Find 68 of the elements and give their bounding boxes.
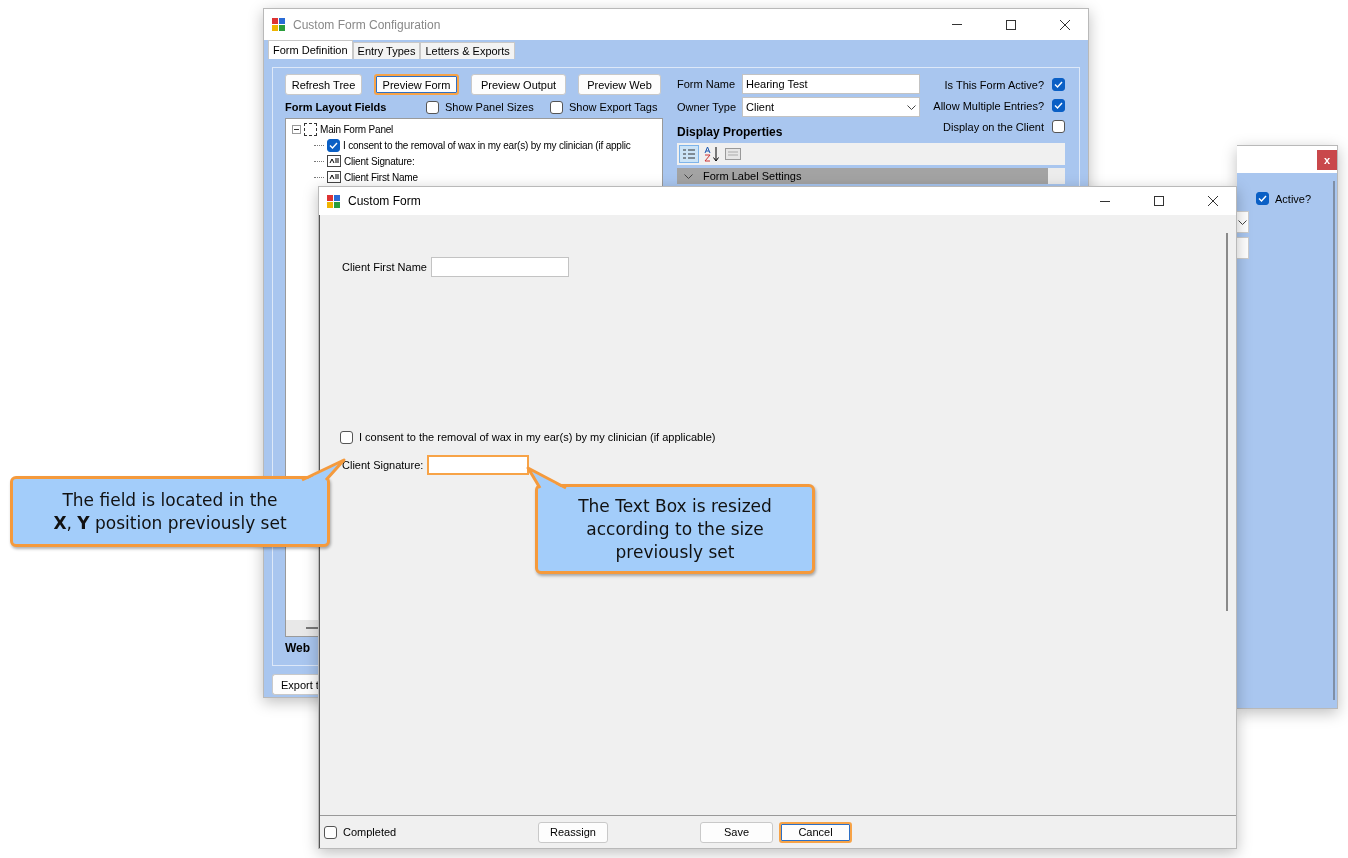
checkbox[interactable]	[340, 430, 353, 444]
minimize-icon	[952, 24, 962, 25]
category-row[interactable]: Form Label Settings	[677, 168, 1065, 184]
app-icon	[272, 18, 285, 31]
toolbar-button[interactable]: Preview Output	[471, 74, 566, 95]
tree-item[interactable]: I consent to the removal of wax in my ear(s) by my clinician (if applic	[343, 139, 631, 151]
checkbox[interactable]	[1052, 99, 1065, 112]
close-button[interactable]: x	[1317, 149, 1337, 170]
panel-icon	[304, 122, 317, 136]
window-title: Custom Form Configuration	[293, 17, 442, 32]
checkbox[interactable]	[550, 100, 563, 114]
chevron-icon	[684, 173, 693, 179]
section-title: Web	[285, 641, 312, 655]
chevron-icon	[907, 104, 916, 110]
checkbox[interactable]	[1052, 120, 1065, 133]
tree-item[interactable]: Client Signature:	[344, 155, 415, 167]
dropdown[interactable]: Client	[742, 97, 920, 117]
section-title: Form Layout Fields	[285, 101, 388, 113]
dialog-button[interactable]: Reassign	[538, 821, 608, 843]
checkbox[interactable]	[327, 138, 340, 152]
checkbox[interactable]	[426, 100, 439, 114]
dropdown[interactable]	[1237, 211, 1249, 233]
callout-text: The Text Box is resized according to the size previously set	[577, 494, 773, 564]
textbox-icon	[327, 155, 341, 167]
toolbar-button[interactable]: Preview Form	[374, 74, 459, 95]
toolbar-button[interactable]: Refresh Tree	[285, 74, 362, 95]
dialog-button[interactable]: Cancel	[779, 821, 852, 843]
maximize-icon	[1006, 19, 1016, 30]
collapse-icon[interactable]	[292, 124, 301, 134]
minimize-icon	[1100, 200, 1110, 202]
sort-icon[interactable]	[703, 146, 721, 162]
tab[interactable]: Letters & Exports	[420, 42, 515, 59]
section-title: Display Properties	[677, 125, 784, 139]
tab[interactable]: Form Definition	[268, 40, 353, 59]
toolbar-button[interactable]: Preview Web	[578, 74, 661, 95]
field-label: Client Signature:	[342, 459, 424, 471]
callout-text: The field is located in the X, Y position previously set	[52, 488, 288, 535]
close-icon	[1060, 19, 1070, 30]
checkbox-label: Active?	[1275, 192, 1312, 205]
checkbox-label: Allow Multiple Entries?	[933, 99, 1044, 112]
field-label: Owner Type	[677, 101, 738, 113]
maximize-icon	[1154, 196, 1164, 206]
checkbox[interactable]	[1052, 78, 1065, 91]
input-field[interactable]	[1237, 237, 1249, 259]
input-field[interactable]	[427, 455, 530, 475]
textbox-icon	[327, 171, 341, 183]
input-field[interactable]: Hearing Test	[742, 74, 920, 94]
checkbox[interactable]	[324, 825, 337, 839]
checkbox-label: I consent to the removal of wax in my ear(s) by my clinician (if applicable)	[359, 431, 716, 443]
checkbox-label: Is This Form Active?	[944, 78, 1044, 91]
dialog-button[interactable]: Save	[700, 821, 773, 843]
checkbox-label: Completed	[343, 826, 397, 838]
close-icon	[1208, 196, 1218, 206]
window-title: Custom Form	[348, 194, 422, 208]
checkbox-label: Show Export Tags	[569, 101, 658, 113]
app-icon	[327, 194, 340, 208]
input-field[interactable]	[430, 257, 569, 277]
tab[interactable]: Entry Types	[352, 42, 421, 59]
chevron-icon	[1238, 219, 1247, 225]
categorized-icon[interactable]	[679, 145, 699, 163]
tree-item[interactable]: Client First Name	[344, 171, 418, 183]
field-label: Client First Name	[342, 261, 427, 273]
field-label: Form Name	[677, 78, 737, 90]
checkbox-label: Show Panel Sizes	[445, 101, 534, 113]
checkbox[interactable]	[1256, 192, 1269, 205]
scrollbar-thumb[interactable]	[306, 627, 318, 629]
tree-item[interactable]: Main Form Panel	[320, 123, 394, 135]
checkbox-label: Display on the Client	[943, 120, 1044, 133]
